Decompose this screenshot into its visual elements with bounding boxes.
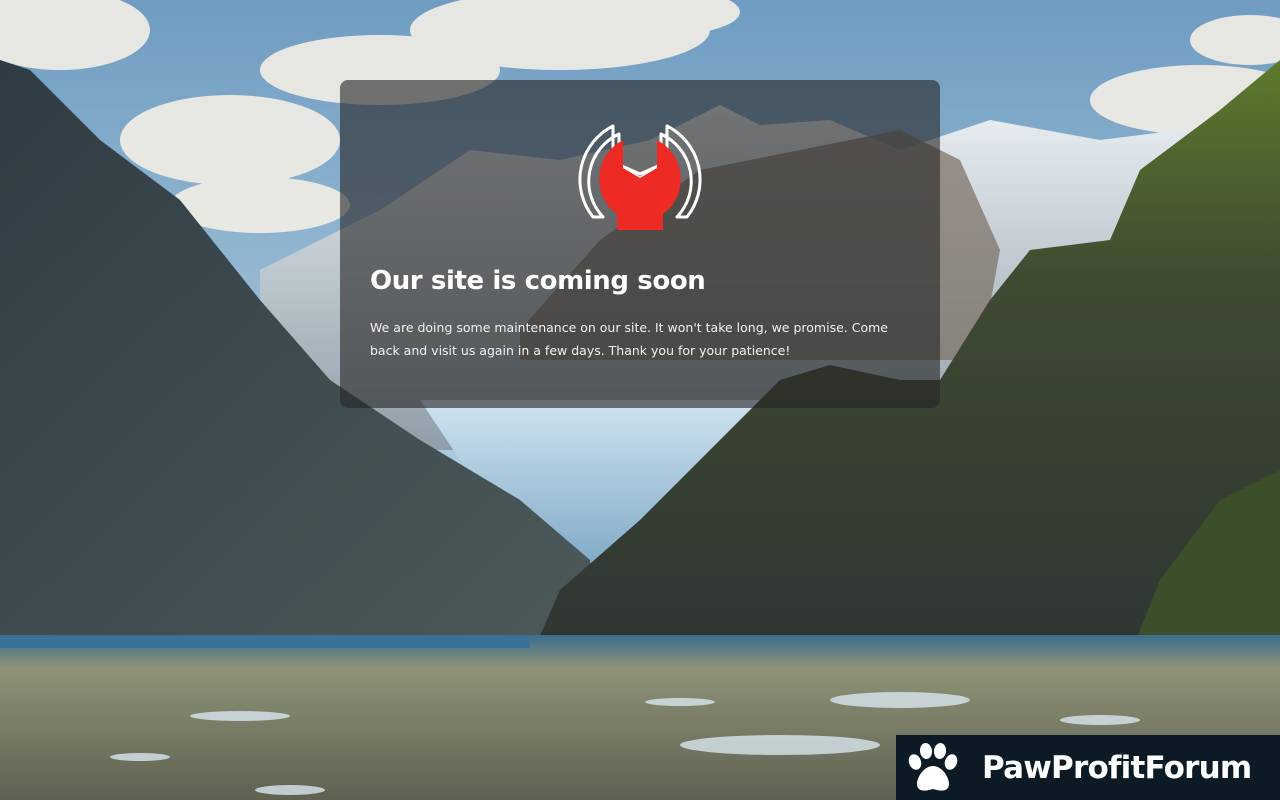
page: Our site is coming soon We are doing som… — [0, 0, 1280, 800]
wrench-icon — [578, 124, 702, 230]
maintenance-card: Our site is coming soon We are doing som… — [340, 80, 940, 408]
maintenance-message: We are doing some maintenance on our sit… — [370, 320, 888, 358]
watermark-banner: PawProfitForum — [896, 735, 1280, 800]
watermark-name: PawProfitForum — [982, 749, 1252, 786]
page-title: Our site is coming soon — [370, 266, 706, 296]
paw-icon — [908, 742, 958, 791]
